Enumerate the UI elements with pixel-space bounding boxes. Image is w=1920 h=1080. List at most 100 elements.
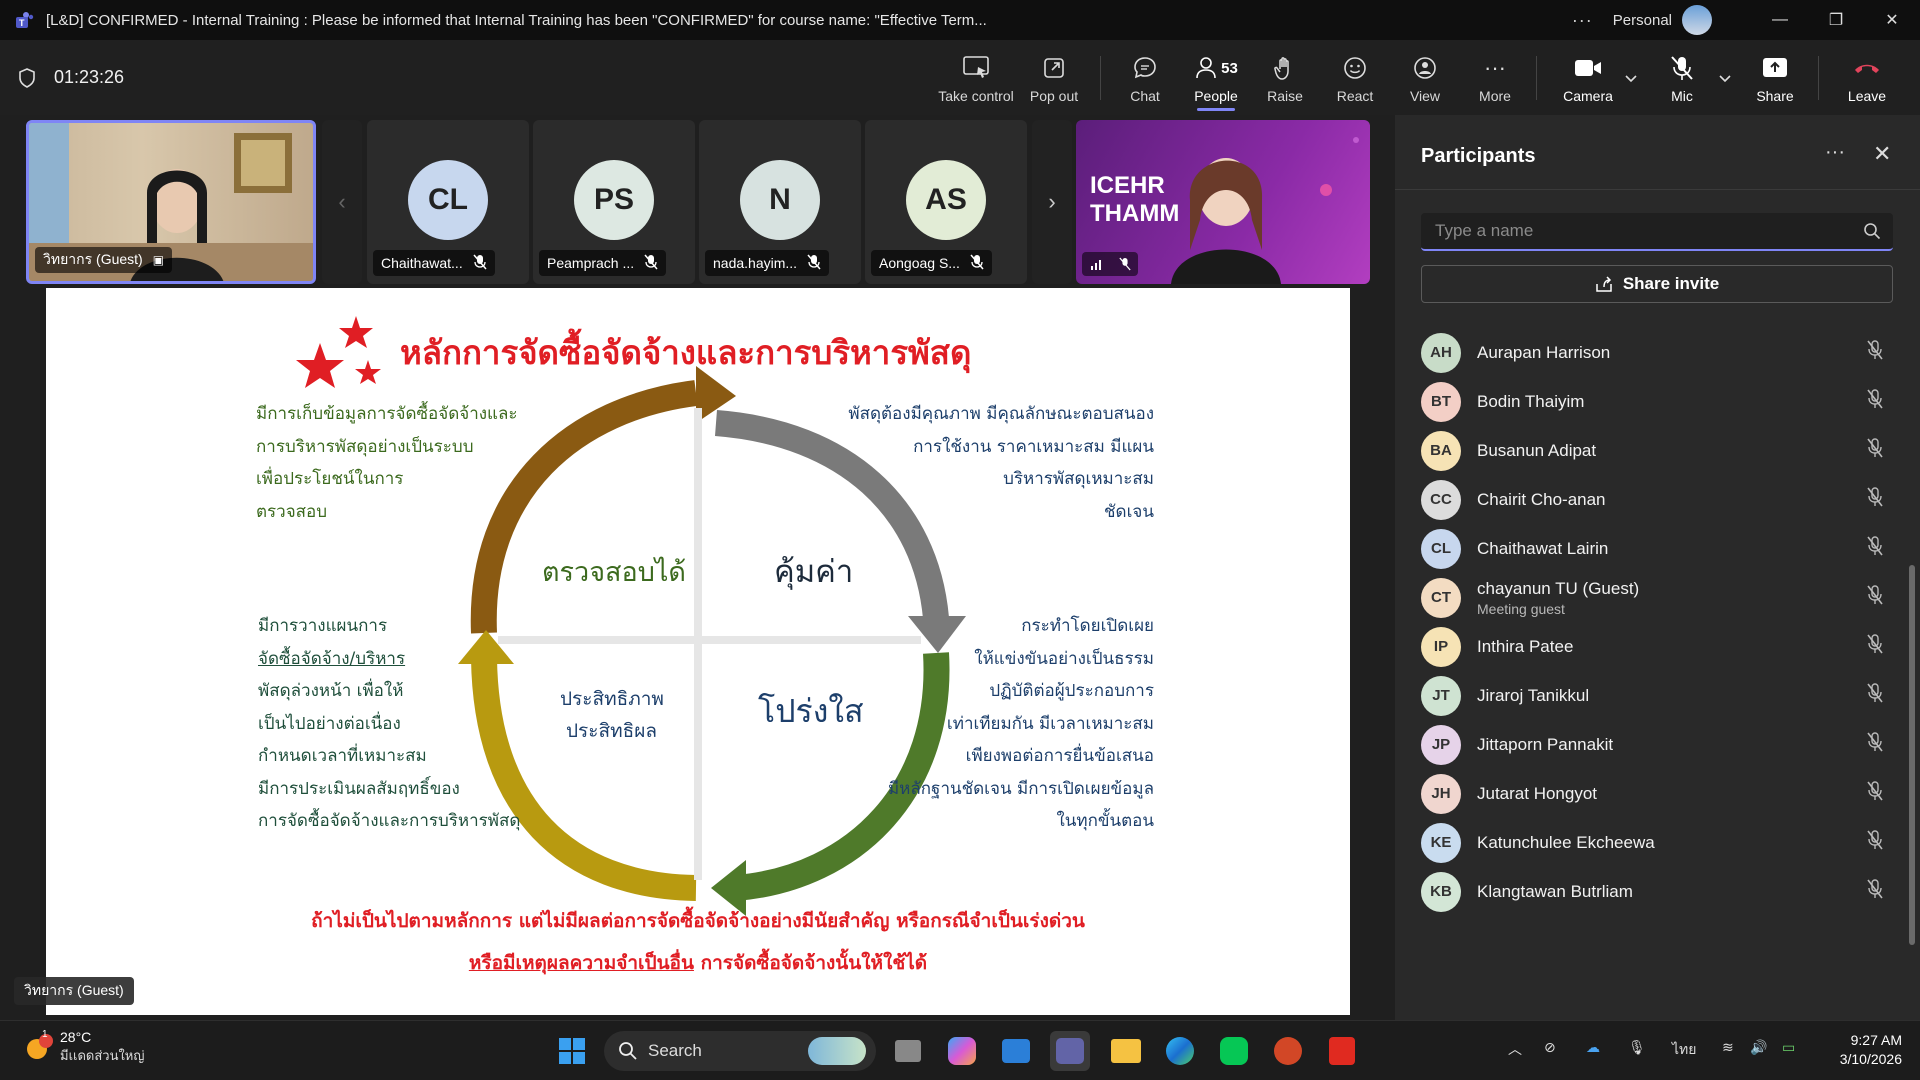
smiley-icon	[1344, 57, 1366, 79]
participant-info: Katunchulee Ekcheewa	[1477, 833, 1865, 853]
acrobat-app[interactable]	[1322, 1031, 1362, 1071]
participant-row[interactable]: CC Chairit Cho-anan	[1421, 475, 1901, 524]
minimize-icon[interactable]: —	[1752, 11, 1808, 29]
chevron-down-icon	[1719, 74, 1731, 82]
panel-close-icon[interactable]: ✕	[1873, 141, 1891, 167]
video-tile[interactable]: N nada.hayim...	[699, 120, 861, 284]
participant-info: Klangtawan Butrliam	[1477, 882, 1865, 902]
participant-row[interactable]: BA Busanun Adipat	[1421, 426, 1901, 475]
take-control-button[interactable]: Take control	[936, 40, 1016, 115]
view-button[interactable]: View	[1402, 40, 1448, 115]
leave-button[interactable]: Leave	[1840, 40, 1894, 115]
acrobat-icon	[1329, 1037, 1355, 1065]
participant-row[interactable]: JH Jutarat Hongyot	[1421, 769, 1901, 818]
participant-info: Jiraroj Tanikkul	[1477, 686, 1865, 706]
participant-info: Chairit Cho-anan	[1477, 490, 1865, 510]
self-video-tile[interactable]: วิทยากร (Guest) ▣	[26, 120, 316, 284]
clock-date: 3/10/2026	[1839, 1051, 1902, 1067]
search-icon[interactable]	[1863, 222, 1881, 240]
weather-condition: มีเเดดส่วนใหญ่	[60, 1048, 145, 1063]
participant-row[interactable]: AH Aurapan Harrison	[1421, 328, 1901, 377]
take-control-icon	[963, 56, 989, 78]
chat-button[interactable]: Chat	[1122, 40, 1168, 115]
mic-off-icon	[1865, 339, 1889, 366]
participant-row[interactable]: JT Jiraroj Tanikkul	[1421, 671, 1901, 720]
share-button[interactable]: Share	[1752, 40, 1798, 115]
mic-options-chevron[interactable]	[1714, 40, 1736, 115]
panel-scrollbar[interactable]	[1909, 565, 1915, 945]
raise-hand-button[interactable]: Raise	[1262, 40, 1308, 115]
note-top-left: มีการเก็บข้อมูลการจัดซื้อจัดจ้างและ การบร…	[256, 404, 518, 522]
toolbar-divider	[1818, 56, 1819, 100]
react-button[interactable]: React	[1332, 40, 1378, 115]
camera-options-chevron[interactable]	[1620, 40, 1642, 115]
teams-app[interactable]	[1050, 1031, 1090, 1071]
line-app[interactable]	[1214, 1031, 1254, 1071]
presenter-video-tile[interactable]: ICEHR THAMM	[1076, 120, 1370, 284]
participant-row[interactable]: BT Bodin Thaiyim	[1421, 377, 1901, 426]
avatar: AH	[1421, 332, 1461, 373]
video-tile[interactable]: PS Peamprach ...	[533, 120, 695, 284]
language-indicator[interactable]: ไทย	[1672, 1039, 1696, 1061]
participant-row[interactable]: CT chayanun TU (Guest) Meeting guest	[1421, 573, 1901, 622]
weather-widget[interactable]: 28°C มีเเดดส่วนใหญ่ 1	[24, 1029, 144, 1066]
participant-row[interactable]: CL Chaithawat Lairin	[1421, 524, 1901, 573]
participant-info: chayanun TU (Guest) Meeting guest	[1477, 579, 1865, 617]
video-tile[interactable]: AS Aongoag S...	[865, 120, 1027, 284]
restore-icon[interactable]: ❐	[1808, 10, 1864, 30]
participant-name: Busanun Adipat	[1477, 440, 1597, 460]
slide-title: หลักการจัดซื้อจัดจ้างและการบริหารพัสดุ	[400, 333, 972, 372]
folder-icon	[1111, 1039, 1141, 1063]
hang-up-icon	[1855, 64, 1879, 73]
panel-more-icon[interactable]: ···	[1825, 141, 1845, 164]
network-off-icon[interactable]: ⊘	[1544, 1039, 1556, 1056]
people-button[interactable]: 53 People	[1188, 40, 1244, 115]
scroll-right-button[interactable]: ›	[1032, 120, 1072, 284]
avatar: CL	[408, 160, 488, 240]
avatar: AS	[906, 160, 986, 240]
pop-out-button[interactable]: Pop out	[1024, 40, 1084, 115]
battery-icon[interactable]: ▭	[1782, 1039, 1795, 1056]
quadrant-label-transparency: โปร่งใส	[758, 692, 864, 730]
edge-icon	[1166, 1037, 1194, 1065]
system-clock[interactable]: 9:27 AM 3/10/2026	[1822, 1031, 1902, 1069]
file-explorer-app[interactable]	[1106, 1031, 1146, 1071]
onedrive-icon[interactable]: ☁	[1586, 1039, 1600, 1056]
share-invite-button[interactable]: Share invite	[1421, 265, 1893, 303]
profile-avatar[interactable]	[1682, 5, 1712, 35]
photos-app[interactable]	[996, 1031, 1036, 1071]
volume-icon[interactable]: 🔊	[1750, 1039, 1767, 1056]
shared-slide: หลักการจัดซื้อจัดจ้างและการบริหารพัสดุ ต…	[46, 288, 1350, 1015]
participant-row[interactable]: IP Inthira Patee	[1421, 622, 1901, 671]
chat-icon	[1134, 57, 1156, 79]
profile-label[interactable]: Personal	[1613, 12, 1672, 29]
view-icon	[1414, 57, 1436, 79]
participant-row[interactable]: KB Klangtawan Butrliam	[1421, 867, 1901, 916]
participant-row[interactable]: JP Jittaporn Pannakit	[1421, 720, 1901, 769]
microphone-tray-icon[interactable]: 🎙	[1628, 1039, 1646, 1056]
search-input[interactable]	[1435, 213, 1835, 249]
camera-button[interactable]: Camera	[1556, 40, 1620, 115]
avatar: CL	[1421, 528, 1461, 569]
close-window-icon[interactable]: ✕	[1864, 10, 1920, 30]
mic-button[interactable]: Mic	[1654, 40, 1710, 115]
task-view-app[interactable]	[888, 1031, 928, 1071]
participant-row[interactable]: KE Katunchulee Ekcheewa	[1421, 818, 1901, 867]
share-icon	[1596, 276, 1612, 292]
scroll-left-button[interactable]: ‹	[322, 120, 362, 284]
participant-name: Chaithawat Lairin	[1477, 538, 1609, 558]
chevron-up-icon[interactable]: ︿	[1508, 1039, 1522, 1059]
weather-sun-icon	[27, 1033, 53, 1059]
copilot-app[interactable]	[942, 1031, 982, 1071]
mic-off-icon	[807, 254, 821, 273]
more-button[interactable]: ··· More	[1472, 40, 1518, 115]
weather-temperature: 28°C	[60, 1029, 92, 1045]
video-tile[interactable]: CL Chaithawat...	[367, 120, 529, 284]
taskbar-search[interactable]: Search	[604, 1031, 876, 1071]
participant-info: Bodin Thaiyim	[1477, 392, 1865, 412]
powerpoint-app[interactable]	[1268, 1031, 1308, 1071]
wifi-icon[interactable]: ≋	[1722, 1039, 1734, 1056]
edge-app[interactable]	[1160, 1031, 1200, 1071]
more-options-icon[interactable]: ···	[1572, 10, 1593, 31]
start-button[interactable]	[552, 1031, 592, 1071]
